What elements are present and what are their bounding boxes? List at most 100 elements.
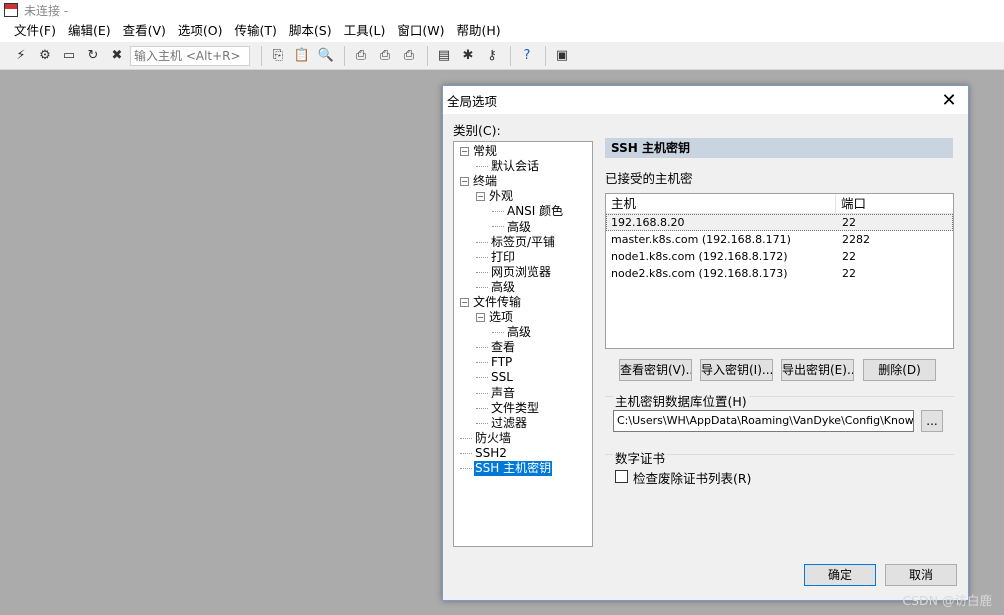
app-icon — [4, 3, 18, 17]
print-icon[interactable]: ⎙ — [350, 45, 372, 67]
column-port[interactable]: 端口 — [836, 194, 866, 213]
view-key-button[interactable]: 查看密钥(V).. — [619, 359, 692, 381]
help-icon[interactable]: ? — [516, 45, 538, 67]
session-options-icon[interactable]: ▤ — [433, 45, 455, 67]
tree-item[interactable]: 过滤器 — [454, 416, 592, 431]
collapse-icon[interactable]: − — [460, 147, 469, 157]
tree-line — [492, 204, 504, 213]
collapse-icon[interactable]: − — [476, 192, 485, 202]
tree-item[interactable]: 防火墙 — [454, 431, 592, 446]
host-keys-header: 主机 端口 — [606, 194, 953, 214]
table-row[interactable]: 192.168.8.20 22 — [606, 214, 953, 231]
tree-item[interactable]: − 常规 — [454, 144, 592, 159]
host-keys-list[interactable]: 主机 端口 192.168.8.20 22 master.k8s.com (192.… — [605, 193, 954, 349]
menu-options[interactable]: 选项(O) — [172, 20, 229, 42]
tree-item-label: 终端 — [473, 174, 498, 189]
tree-item[interactable]: 网页浏览器 — [454, 265, 592, 280]
collapse-icon[interactable]: − — [460, 297, 469, 307]
host-cell: master.k8s.com (192.168.8.171) — [611, 233, 791, 246]
toolbar: ⚡ ⚙ ▭ ↻ ✖ ⎘ 📋 🔍 ⎙ ⎙ ⎙ ▤ ✱ ⚷ ? ▣ — [0, 42, 1004, 70]
cancel-button[interactable]: 取消 — [885, 564, 957, 586]
reconnect-icon[interactable]: ↻ — [82, 45, 104, 67]
tree-item[interactable]: − 选项 — [454, 310, 592, 325]
ok-button[interactable]: 确定 — [804, 564, 876, 586]
tree-item[interactable]: SSH 主机密钥 — [454, 461, 592, 477]
menu-window[interactable]: 窗口(W) — [391, 20, 450, 42]
key-database-group: 主机密钥数据库位置(H) C:\Users\WH\AppData\Roaming… — [605, 391, 954, 441]
print-screen-icon[interactable]: ⎙ — [398, 45, 420, 67]
host-cell: node2.k8s.com (192.168.8.173) — [611, 267, 788, 280]
category-tree[interactable]: − 常规 默认会话 − 终端 − 外观 ANSI 颜色 高级 标签页/平铺 打印 网页浏览器 高级 − 文件… — [453, 141, 593, 547]
connect-icon[interactable]: ⚡ — [10, 45, 32, 67]
global-options-icon[interactable]: ✱ — [457, 45, 479, 67]
tree-item[interactable]: ANSI 颜色 — [454, 204, 592, 219]
tree-item-label: SSH2 — [475, 445, 507, 460]
table-row[interactable]: node2.k8s.com (192.168.8.173) 22 — [606, 265, 953, 282]
tree-item-label: 防火墙 — [475, 430, 512, 445]
disconnect-icon[interactable]: ✖ — [106, 45, 128, 67]
window-title: 未连接 - — [24, 3, 69, 18]
tree-line — [476, 370, 488, 379]
close-icon[interactable]: ✕ — [938, 90, 960, 111]
collapse-icon[interactable]: − — [460, 177, 469, 187]
menu-transfer[interactable]: 传输(T) — [229, 20, 283, 42]
import-key-button[interactable]: 导入密钥(I)... — [700, 359, 773, 381]
global-options-dialog: 全局选项 ✕ 类别(C): − 常规 默认会话 − 终端 − 外观 ANSI 颜色 高级 标签页/… — [442, 85, 969, 601]
check-revocation-checkbox[interactable] — [615, 470, 628, 483]
tree-item[interactable]: − 外观 — [454, 189, 592, 204]
tree-item[interactable]: 高级 — [454, 280, 592, 295]
paste-icon[interactable]: 📋 — [291, 45, 313, 67]
menu-tools[interactable]: 工具(L) — [338, 20, 392, 42]
host-input[interactable] — [130, 45, 250, 66]
tree-item[interactable]: 高级 — [454, 325, 592, 340]
menu-view[interactable]: 查看(V) — [117, 20, 172, 42]
tree-item-label: FTP — [491, 355, 513, 370]
quick-connect-icon[interactable]: ⚙ — [34, 45, 56, 67]
delete-key-button[interactable]: 删除(D) — [863, 359, 936, 381]
tree-item[interactable]: − 终端 — [454, 174, 592, 189]
tree-item-label: 高级 — [507, 219, 532, 234]
tree-line — [476, 386, 488, 394]
tree-item-label: 默认会话 — [491, 159, 540, 174]
print-selection-icon[interactable]: ⎙ — [374, 45, 396, 67]
tree-item[interactable]: FTP — [454, 355, 592, 370]
dialog-titlebar: 全局选项 ✕ — [443, 86, 968, 114]
accepted-keys-label: 已接受的主机密 — [605, 171, 693, 186]
tree-item[interactable]: 高级 — [454, 219, 592, 234]
tree-item-label: 声音 — [491, 385, 516, 400]
tree-item-label: 网页浏览器 — [491, 264, 552, 279]
tree-item[interactable]: SSH2 — [454, 446, 592, 461]
tree-item[interactable]: − 文件传输 — [454, 295, 592, 310]
collapse-icon[interactable]: − — [476, 313, 485, 323]
tree-item-label: 高级 — [507, 325, 532, 340]
find-icon[interactable]: 🔍 — [315, 45, 337, 67]
browse-button[interactable]: ... — [921, 410, 943, 432]
tree-item[interactable]: SSL — [454, 370, 592, 385]
menu-script[interactable]: 脚本(S) — [283, 20, 338, 42]
menu-help[interactable]: 帮助(H) — [450, 20, 506, 42]
tree-item[interactable]: 标签页/平铺 — [454, 235, 592, 250]
connect-tab-icon[interactable]: ▭ — [58, 45, 80, 67]
key-database-path-field[interactable]: C:\Users\WH\AppData\Roaming\VanDyke\Conf… — [613, 410, 914, 432]
menu-edit[interactable]: 编辑(E) — [62, 20, 117, 42]
check-revocation-label[interactable]: 检查废除证书列表(R) — [633, 468, 751, 487]
table-row[interactable]: node1.k8s.com (192.168.8.172) 22 — [606, 248, 953, 265]
toolbar-separator — [427, 45, 428, 66]
category-label: 类别(C): — [453, 123, 501, 138]
copy-icon[interactable]: ⎘ — [267, 45, 289, 67]
menu-file[interactable]: 文件(F) — [8, 20, 62, 42]
sftp-icon[interactable]: ▣ — [551, 45, 573, 67]
key-icon[interactable]: ⚷ — [481, 45, 503, 67]
table-row[interactable]: master.k8s.com (192.168.8.171) 2282 — [606, 231, 953, 248]
tree-line — [460, 446, 472, 454]
column-host[interactable]: 主机 — [606, 194, 836, 213]
tree-item[interactable]: 打印 — [454, 250, 592, 265]
export-key-button[interactable]: 导出密钥(E).. — [781, 359, 854, 381]
host-cell: node1.k8s.com (192.168.8.172) — [611, 250, 788, 263]
tree-item[interactable]: 查看 — [454, 340, 592, 355]
tree-item[interactable]: 声音 — [454, 386, 592, 401]
tree-item[interactable]: 文件类型 — [454, 401, 592, 416]
tree-line — [476, 416, 488, 424]
host-cell: 192.168.8.20 — [611, 216, 685, 229]
tree-item[interactable]: 默认会话 — [454, 159, 592, 174]
